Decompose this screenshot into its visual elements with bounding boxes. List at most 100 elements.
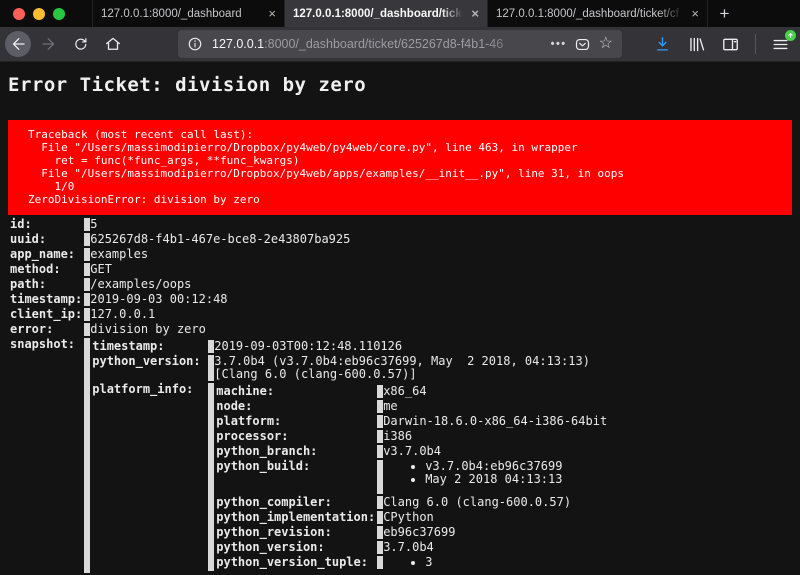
- field-label: python_branch:: [216, 445, 375, 458]
- field-value: x86_64: [377, 385, 607, 398]
- table-row: id:5: [10, 218, 611, 231]
- field-value: Clang 6.0 (clang-600.0.57): [377, 496, 607, 509]
- platform-table: machine:x86_64 node:me platform:Darwin-1…: [214, 383, 609, 571]
- field-label: python_build:: [216, 460, 375, 494]
- field-value: 3.7.0b4: [377, 541, 607, 554]
- download-icon: [653, 35, 672, 54]
- table-row: platform:Darwin-18.6.0-x86_64-i386-64bit: [216, 415, 607, 428]
- library-button[interactable]: [687, 35, 706, 54]
- table-row: python_compiler:Clang 6.0 (clang-600.0.5…: [216, 496, 607, 509]
- home-button[interactable]: [104, 35, 122, 53]
- url-host: 127.0.0.1: [212, 37, 264, 51]
- table-row: path:/examples/oops: [10, 278, 611, 291]
- bullet-list: 3: [383, 556, 607, 569]
- back-icon: [9, 35, 27, 53]
- window-close-button[interactable]: [13, 8, 25, 20]
- info-icon[interactable]: [187, 36, 203, 52]
- tab-dashboard[interactable]: 127.0.0.1:8000/_dashboard ×: [92, 0, 284, 27]
- menu-button[interactable]: [771, 35, 790, 54]
- page-title: Error Ticket: division by zero: [8, 74, 792, 96]
- field-value: Darwin-18.6.0-x86_64-i386-64bit: [377, 415, 607, 428]
- table-row: python_revision:eb96c37699: [216, 526, 607, 539]
- field-label: path:: [10, 278, 82, 291]
- close-icon[interactable]: ×: [691, 7, 699, 20]
- snapshot-row: snapshot: timestamp:2019-09-03T00:12:48.…: [10, 338, 611, 573]
- field-value: 2019-09-03 00:12:48: [84, 293, 611, 306]
- window-zoom-button[interactable]: [53, 8, 65, 20]
- table-row: processor:i386: [216, 430, 607, 443]
- close-icon[interactable]: ×: [268, 7, 276, 20]
- table-row: python_branch:v3.7.0b4: [216, 445, 607, 458]
- ticket-table: id:5 uuid:625267d8-f4b1-467e-bce8-2e4380…: [8, 216, 613, 575]
- forward-button[interactable]: [40, 35, 58, 53]
- table-row: python_version:3.7.0b4 (v3.7.0b4:eb96c37…: [92, 355, 609, 381]
- field-label: timestamp:: [92, 340, 206, 353]
- field-label: python_version:: [216, 541, 375, 554]
- close-icon[interactable]: ×: [471, 7, 479, 20]
- field-label: app_name:: [10, 248, 82, 261]
- new-tab-button[interactable]: +: [707, 0, 741, 27]
- table-row: python_build: v3.7.0b4:eb96c37699May 2 2…: [216, 460, 607, 494]
- reload-button[interactable]: [72, 36, 89, 53]
- sidebar-button[interactable]: [721, 35, 740, 54]
- tab-ticket-2[interactable]: 127.0.0.1:8000/_dashboard/ticket/cf ×: [487, 0, 707, 27]
- list-item: May 2 2018 04:13:13: [425, 473, 607, 486]
- table-row: method:GET: [10, 263, 611, 276]
- toolbar-divider: [755, 34, 756, 54]
- field-label: uuid:: [10, 233, 82, 246]
- tab-ticket-active[interactable]: 127.0.0.1:8000/_dashboard/ticket/62 ×: [284, 0, 487, 27]
- table-row: client_ip:127.0.0.1: [10, 308, 611, 321]
- field-value: /examples/oops: [84, 278, 611, 291]
- tab-title: 127.0.0.1:8000/_dashboard/ticket/62: [293, 8, 465, 20]
- forward-icon: [40, 35, 58, 53]
- field-value: 3: [377, 556, 607, 569]
- field-value: v3.7.0b4: [377, 445, 607, 458]
- field-label: node:: [216, 400, 375, 413]
- field-label: timestamp:: [10, 293, 82, 306]
- field-value: 3.7.0b4 (v3.7.0b4:eb96c37699, May 2 2018…: [208, 355, 609, 381]
- tab-title: 127.0.0.1:8000/_dashboard: [101, 8, 262, 20]
- download-button[interactable]: [653, 35, 672, 54]
- field-value: GET: [84, 263, 611, 276]
- field-value: 2019-09-03T00:12:48.110126: [208, 340, 609, 353]
- field-label: snapshot:: [10, 338, 82, 573]
- tab-bar: 127.0.0.1:8000/_dashboard × 127.0.0.1:80…: [0, 0, 800, 27]
- back-button[interactable]: [5, 31, 31, 57]
- field-label: processor:: [216, 430, 375, 443]
- field-label: python_compiler:: [216, 496, 375, 509]
- tab-title: 127.0.0.1:8000/_dashboard/ticket/cf: [496, 8, 685, 20]
- page-actions-button[interactable]: •••: [551, 38, 567, 50]
- plus-icon: +: [720, 4, 730, 24]
- field-value: 127.0.0.1: [84, 308, 611, 321]
- library-icon: [687, 35, 706, 54]
- field-label: python_version_tuple:: [216, 556, 375, 569]
- table-row: error:division by zero: [10, 323, 611, 336]
- table-row: app_name:examples: [10, 248, 611, 261]
- snapshot-table: timestamp:2019-09-03T00:12:48.110126 pyt…: [90, 338, 611, 573]
- pocket-icon[interactable]: [574, 36, 591, 53]
- field-label: client_ip:: [10, 308, 82, 321]
- platform-row: platform_info: machine:x86_64 node:me pl…: [92, 383, 609, 571]
- field-label: machine:: [216, 385, 375, 398]
- bookmark-star-icon[interactable]: ☆: [599, 36, 613, 52]
- reload-icon: [72, 36, 89, 53]
- field-value: 625267d8-f4b1-467e-bce8-2e43807ba925: [84, 233, 611, 246]
- nav-toolbar: 127.0.0.1 :8000/_dashboard/ticket/625267…: [0, 27, 800, 62]
- table-row: uuid:625267d8-f4b1-467e-bce8-2e43807ba92…: [10, 233, 611, 246]
- field-value: me: [377, 400, 607, 413]
- field-value: eb96c37699: [377, 526, 607, 539]
- table-row: timestamp:2019-09-03T00:12:48.110126: [92, 340, 609, 353]
- home-icon: [104, 35, 122, 53]
- field-value: CPython: [377, 511, 607, 524]
- table-row: python_version:3.7.0b4: [216, 541, 607, 554]
- field-label: error:: [10, 323, 82, 336]
- window-minimize-button[interactable]: [33, 8, 45, 20]
- table-row: node:me: [216, 400, 607, 413]
- ticket-page: Error Ticket: division by zero Traceback…: [0, 62, 800, 575]
- field-value: i386: [377, 430, 607, 443]
- table-row: python_version_tuple: 3: [216, 556, 607, 569]
- update-badge: [785, 30, 796, 41]
- field-label: id:: [10, 218, 82, 231]
- url-bar[interactable]: 127.0.0.1 :8000/_dashboard/ticket/625267…: [178, 30, 622, 58]
- field-value: division by zero: [84, 323, 611, 336]
